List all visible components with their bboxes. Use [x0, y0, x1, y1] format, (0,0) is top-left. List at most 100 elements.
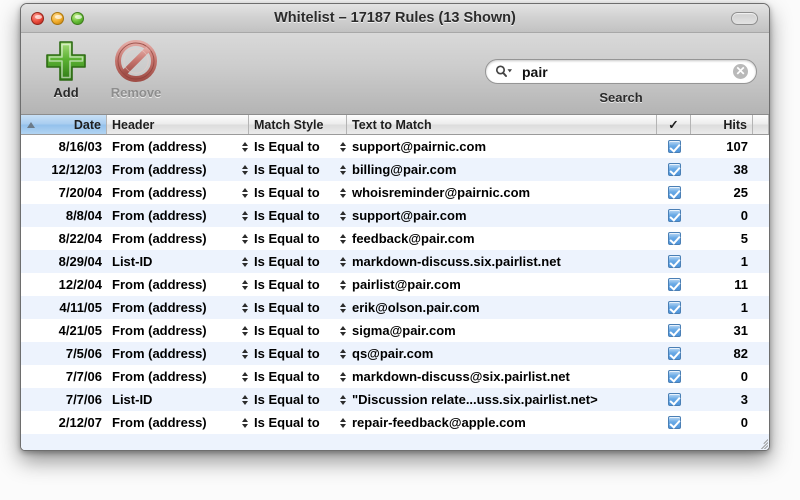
enabled-checkbox[interactable]	[667, 347, 681, 360]
cell-match-style[interactable]: Is Equal to	[249, 273, 347, 296]
cell-enabled-checkbox[interactable]	[657, 204, 691, 227]
cell-enabled-checkbox[interactable]	[657, 365, 691, 388]
cell-enabled-checkbox[interactable]	[657, 296, 691, 319]
cell-enabled-checkbox[interactable]	[657, 411, 691, 434]
table-row[interactable]: 7/5/06 From (address) Is Equal to qs@pair.c…	[21, 342, 769, 365]
popup-stepper-icon[interactable]	[338, 210, 347, 221]
add-button[interactable]: Add	[33, 37, 99, 101]
resize-grip[interactable]	[754, 435, 768, 449]
cell-header[interactable]: From (address)	[107, 296, 249, 319]
enabled-checkbox[interactable]	[667, 301, 681, 314]
search-input[interactable]: pair ✕	[485, 59, 757, 84]
cell-header[interactable]: From (address)	[107, 135, 249, 158]
enabled-checkbox[interactable]	[667, 278, 681, 291]
cell-header[interactable]: From (address)	[107, 227, 249, 250]
popup-stepper-icon[interactable]	[240, 256, 249, 267]
column-header-text-to-match[interactable]: Text to Match	[347, 115, 657, 134]
popup-stepper-icon[interactable]	[240, 302, 249, 313]
cell-match-style[interactable]: Is Equal to	[249, 296, 347, 319]
cell-match-style[interactable]: Is Equal to	[249, 204, 347, 227]
cell-header[interactable]: From (address)	[107, 342, 249, 365]
cell-match-style[interactable]: Is Equal to	[249, 250, 347, 273]
column-header-hits[interactable]: Hits	[691, 115, 753, 134]
popup-stepper-icon[interactable]	[338, 141, 347, 152]
popup-stepper-icon[interactable]	[338, 233, 347, 244]
table-row[interactable]: 8/8/04 From (address) Is Equal to support@p…	[21, 204, 769, 227]
enabled-checkbox[interactable]	[667, 393, 681, 406]
popup-stepper-icon[interactable]	[240, 233, 249, 244]
cell-match-style[interactable]: Is Equal to	[249, 342, 347, 365]
table-row[interactable]: 7/7/06 From (address) Is Equal to markdown-…	[21, 365, 769, 388]
clear-text-icon[interactable]: ✕	[733, 64, 748, 79]
cell-text-to-match[interactable]: qs@pair.com	[347, 342, 657, 365]
search-magnifier-icon[interactable]	[495, 65, 513, 78]
cell-enabled-checkbox[interactable]	[657, 342, 691, 365]
popup-stepper-icon[interactable]	[338, 371, 347, 382]
enabled-checkbox[interactable]	[667, 186, 681, 199]
cell-header[interactable]: List-ID	[107, 250, 249, 273]
cell-text-to-match[interactable]: whoisreminder@pairnic.com	[347, 181, 657, 204]
cell-enabled-checkbox[interactable]	[657, 135, 691, 158]
cell-enabled-checkbox[interactable]	[657, 227, 691, 250]
popup-stepper-icon[interactable]	[338, 187, 347, 198]
enabled-checkbox[interactable]	[667, 324, 681, 337]
cell-text-to-match[interactable]: erik@olson.pair.com	[347, 296, 657, 319]
cell-match-style[interactable]: Is Equal to	[249, 388, 347, 411]
popup-stepper-icon[interactable]	[338, 279, 347, 290]
cell-enabled-checkbox[interactable]	[657, 319, 691, 342]
table-row[interactable]: 12/12/03 From (address) Is Equal to billing…	[21, 158, 769, 181]
cell-header[interactable]: List-ID	[107, 388, 249, 411]
cell-text-to-match[interactable]: markdown-discuss@six.pairlist.net	[347, 365, 657, 388]
enabled-checkbox[interactable]	[667, 140, 681, 153]
table-row[interactable]: 7/7/06 List-ID Is Equal to "Discussion rela…	[21, 388, 769, 411]
cell-enabled-checkbox[interactable]	[657, 273, 691, 296]
column-header-enabled[interactable]: ✓	[657, 115, 691, 134]
cell-match-style[interactable]: Is Equal to	[249, 181, 347, 204]
cell-header[interactable]: From (address)	[107, 204, 249, 227]
column-header-header[interactable]: Header	[107, 115, 249, 134]
cell-text-to-match[interactable]: sigma@pair.com	[347, 319, 657, 342]
cell-match-style[interactable]: Is Equal to	[249, 319, 347, 342]
cell-text-to-match[interactable]: "Discussion relate...uss.six.pairlist.ne…	[347, 388, 657, 411]
popup-stepper-icon[interactable]	[240, 279, 249, 290]
popup-stepper-icon[interactable]	[338, 417, 347, 428]
popup-stepper-icon[interactable]	[338, 348, 347, 359]
popup-stepper-icon[interactable]	[240, 187, 249, 198]
enabled-checkbox[interactable]	[667, 416, 681, 429]
table-row[interactable]: 12/2/04 From (address) Is Equal to pairlist…	[21, 273, 769, 296]
table-row[interactable]: 4/11/05 From (address) Is Equal to erik@ols…	[21, 296, 769, 319]
enabled-checkbox[interactable]	[667, 163, 681, 176]
cell-match-style[interactable]: Is Equal to	[249, 158, 347, 181]
enabled-checkbox[interactable]	[667, 232, 681, 245]
enabled-checkbox[interactable]	[667, 370, 681, 383]
cell-text-to-match[interactable]: support@pair.com	[347, 204, 657, 227]
popup-stepper-icon[interactable]	[338, 302, 347, 313]
table-row[interactable]: 2/12/07 From (address) Is Equal to repair-f…	[21, 411, 769, 434]
table-row[interactable]: 8/16/03 From (address) Is Equal to support@…	[21, 135, 769, 158]
cell-match-style[interactable]: Is Equal to	[249, 365, 347, 388]
cell-header[interactable]: From (address)	[107, 181, 249, 204]
popup-stepper-icon[interactable]	[240, 348, 249, 359]
cell-text-to-match[interactable]: markdown-discuss.six.pairlist.net	[347, 250, 657, 273]
popup-stepper-icon[interactable]	[338, 164, 347, 175]
popup-stepper-icon[interactable]	[338, 394, 347, 405]
popup-stepper-icon[interactable]	[240, 417, 249, 428]
table-row[interactable]: 4/21/05 From (address) Is Equal to sigma@pa…	[21, 319, 769, 342]
cell-text-to-match[interactable]: billing@pair.com	[347, 158, 657, 181]
table-row[interactable]: 8/22/04 From (address) Is Equal to feedback…	[21, 227, 769, 250]
cell-header[interactable]: From (address)	[107, 365, 249, 388]
cell-header[interactable]: From (address)	[107, 158, 249, 181]
cell-text-to-match[interactable]: pairlist@pair.com	[347, 273, 657, 296]
cell-enabled-checkbox[interactable]	[657, 388, 691, 411]
cell-header[interactable]: From (address)	[107, 319, 249, 342]
toolbar-toggle-button[interactable]	[731, 12, 758, 25]
popup-stepper-icon[interactable]	[240, 164, 249, 175]
column-header-date[interactable]: Date	[21, 115, 107, 134]
cell-enabled-checkbox[interactable]	[657, 181, 691, 204]
window-titlebar[interactable]: Whitelist – 17187 Rules (13 Shown)	[21, 4, 769, 33]
cell-text-to-match[interactable]: support@pairnic.com	[347, 135, 657, 158]
column-header-match-style[interactable]: Match Style	[249, 115, 347, 134]
popup-stepper-icon[interactable]	[240, 371, 249, 382]
popup-stepper-icon[interactable]	[240, 210, 249, 221]
table-row[interactable]: 8/29/04 List-ID Is Equal to markdown-discus…	[21, 250, 769, 273]
